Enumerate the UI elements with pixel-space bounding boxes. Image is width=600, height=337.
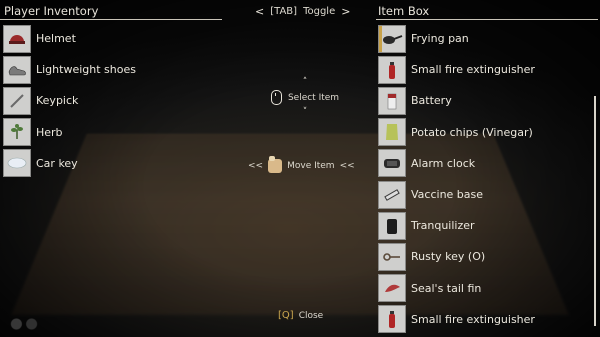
player-inventory-item[interactable]: Lightweight shoes bbox=[0, 54, 222, 85]
toggle-left-arrow[interactable]: < bbox=[255, 5, 264, 18]
item-box-list: Frying pan Small fire extinguisher Battery… bbox=[376, 23, 598, 335]
tail-fin-icon bbox=[378, 274, 406, 303]
item-box-item[interactable]: Vaccine base bbox=[376, 179, 598, 210]
shoes-icon bbox=[3, 55, 31, 84]
player-inventory-item[interactable]: Car key bbox=[0, 148, 222, 179]
item-box-item-label: Seal's tail fin bbox=[411, 281, 482, 295]
close-hint[interactable]: [Q] Close bbox=[278, 310, 323, 321]
chevron-up-icon: ˄ bbox=[302, 77, 308, 87]
toggle-label: Toggle bbox=[303, 6, 336, 17]
player-inventory-list: Helmet Lightweight shoes Keypick Herb Car ke… bbox=[0, 23, 222, 179]
vaccine-icon bbox=[378, 180, 406, 209]
item-box-item[interactable]: Frying pan bbox=[376, 23, 598, 54]
player-inventory-panel: Player Inventory Helmet Lightweight shoes… bbox=[0, 0, 222, 179]
move-left-arrows: << bbox=[248, 161, 264, 171]
item-box-item[interactable]: Tranquilizer bbox=[376, 210, 598, 241]
car-key-icon bbox=[3, 149, 31, 178]
player-inventory-item[interactable]: Helmet bbox=[0, 23, 222, 54]
player-inventory-title: Player Inventory bbox=[0, 0, 222, 20]
fire-extinguisher-icon bbox=[378, 305, 406, 334]
item-box-item[interactable]: Small fire extinguisher bbox=[376, 304, 598, 335]
item-box-title: Item Box bbox=[376, 0, 598, 20]
move-right-arrows: << bbox=[339, 161, 355, 171]
alarm-clock-icon bbox=[378, 149, 406, 178]
item-box-item[interactable]: Small fire extinguisher bbox=[376, 54, 598, 85]
keypick-icon bbox=[3, 86, 31, 115]
close-label: Close bbox=[298, 310, 324, 321]
item-box-item-label: Small fire extinguisher bbox=[411, 63, 535, 77]
item-box-item[interactable]: Battery bbox=[376, 85, 598, 116]
herb-icon bbox=[3, 118, 31, 147]
toggle-key: [TAB] bbox=[270, 6, 298, 17]
item-box-panel: Item Box Frying pan Small fire extinguish… bbox=[376, 0, 598, 335]
chips-icon bbox=[378, 118, 406, 147]
helmet-icon bbox=[3, 24, 31, 53]
chevron-down-icon: ˅ bbox=[302, 107, 308, 117]
item-box-scrollbar[interactable] bbox=[594, 96, 596, 326]
item-box-item-label: Battery bbox=[411, 94, 452, 108]
move-item-label: Move Item bbox=[287, 161, 335, 171]
player-inventory-item-label: Car key bbox=[36, 156, 78, 170]
select-item-hint: ˄ Select Item ˅ bbox=[270, 78, 340, 117]
toggle-right-arrow[interactable]: > bbox=[341, 5, 350, 18]
rusty-key-icon bbox=[378, 242, 406, 271]
player-inventory-item[interactable]: Herb bbox=[0, 117, 222, 148]
background-object bbox=[5, 316, 43, 332]
item-box-item[interactable]: Seal's tail fin bbox=[376, 273, 598, 304]
frying-pan-icon bbox=[378, 24, 406, 53]
item-box-item[interactable]: Alarm clock bbox=[376, 148, 598, 179]
item-box-item[interactable]: Potato chips (Vinegar) bbox=[376, 117, 598, 148]
item-box-item-label: Frying pan bbox=[411, 32, 469, 46]
item-box-item[interactable]: Rusty key (O) bbox=[376, 241, 598, 272]
hand-icon bbox=[268, 156, 283, 173]
mouse-icon bbox=[270, 90, 282, 105]
close-key: [Q] bbox=[278, 310, 294, 321]
battery-icon bbox=[378, 86, 406, 115]
move-item-hint: << Move Item << bbox=[248, 156, 355, 173]
select-item-label: Select Item bbox=[287, 92, 340, 103]
toggle-hint[interactable]: < [TAB] Toggle > bbox=[255, 5, 350, 18]
item-box-item-label: Tranquilizer bbox=[411, 219, 475, 233]
player-inventory-item[interactable]: Keypick bbox=[0, 85, 222, 116]
item-box-item-label: Alarm clock bbox=[411, 156, 476, 170]
player-inventory-item-label: Herb bbox=[36, 125, 63, 139]
tranquilizer-icon bbox=[378, 211, 406, 240]
player-inventory-item-label: Lightweight shoes bbox=[36, 63, 136, 77]
player-inventory-item-label: Helmet bbox=[36, 32, 76, 46]
item-box-item-label: Potato chips (Vinegar) bbox=[411, 125, 533, 139]
item-box-item-label: Small fire extinguisher bbox=[411, 312, 535, 326]
item-box-item-label: Vaccine base bbox=[411, 188, 484, 202]
item-box-item-label: Rusty key (O) bbox=[411, 250, 486, 264]
player-inventory-item-label: Keypick bbox=[36, 94, 79, 108]
fire-extinguisher-icon bbox=[378, 55, 406, 84]
